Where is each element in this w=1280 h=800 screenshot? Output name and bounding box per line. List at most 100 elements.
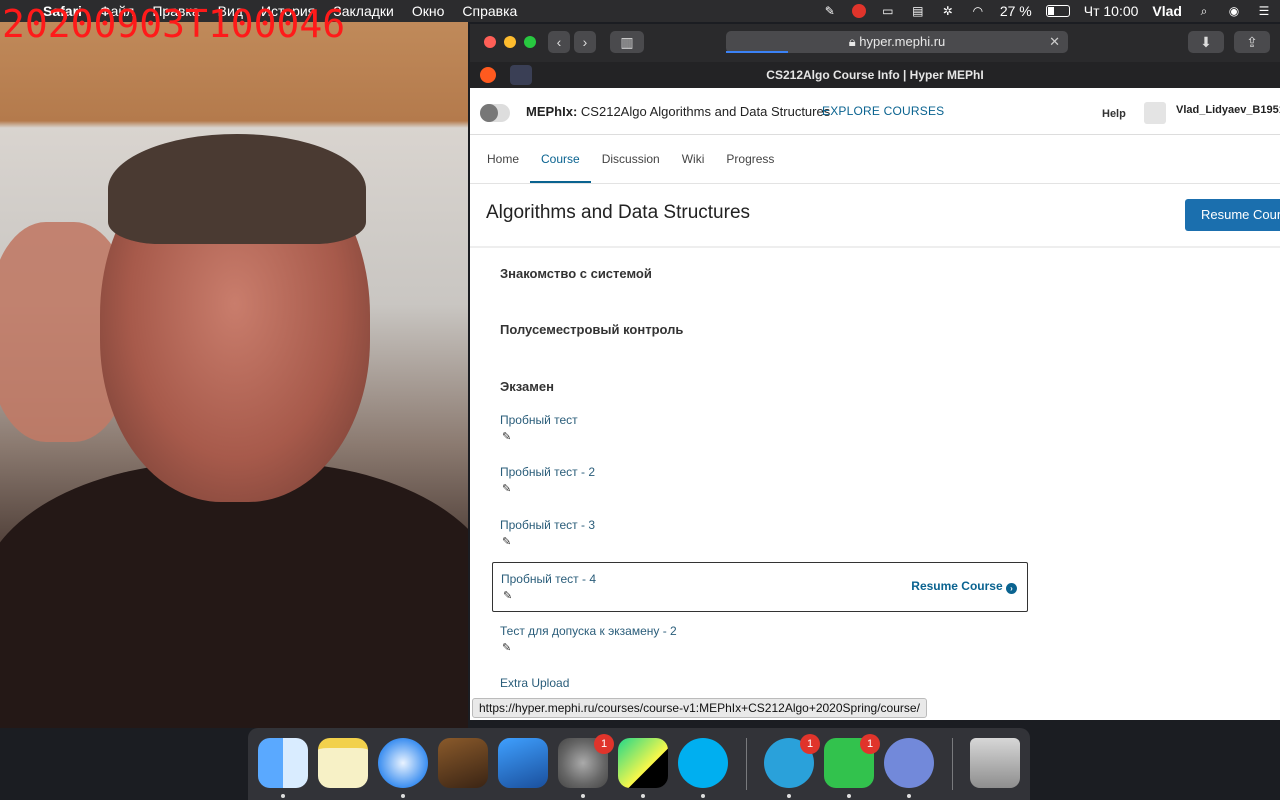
page-load-progress	[726, 51, 788, 53]
edit-icon: ✎	[502, 536, 512, 548]
tab-wiki[interactable]: Wiki	[671, 135, 716, 183]
address-bar[interactable]: 🔒︎ hyper.mephi.ru ✕	[726, 31, 1068, 53]
inline-resume-link[interactable]: Resume Course ›	[911, 579, 1017, 594]
brush-icon[interactable]: ✎	[822, 4, 838, 18]
tab-title[interactable]: CS212Algo Course Info | Hyper MEPhI	[766, 68, 983, 82]
brand-org: MEPhIx:	[526, 104, 578, 119]
address-text: hyper.mephi.ru	[859, 34, 946, 49]
timestamp-overlay: 20200903T100046	[2, 2, 346, 46]
finder-icon[interactable]	[258, 738, 308, 788]
outline-item-current[interactable]: Пробный тест - 4 ✎ Resume Course ›	[492, 562, 1028, 612]
sidebar-button[interactable]: ▥	[610, 31, 644, 53]
running-indicator	[847, 794, 851, 798]
favorite-site-icon[interactable]	[480, 67, 496, 83]
record-icon[interactable]	[851, 4, 866, 18]
back-button[interactable]: ‹	[548, 31, 570, 53]
outline-item[interactable]: Тест для допуска к экзамену - 2 ✎	[492, 624, 1026, 672]
outline-item-label[interactable]: Пробный тест - 2	[500, 465, 595, 479]
siri-icon[interactable]: ◉	[1226, 4, 1242, 18]
telegram-icon[interactable]: 1	[764, 734, 820, 788]
skype-icon[interactable]	[678, 738, 728, 788]
avatar[interactable]	[1144, 102, 1166, 124]
dock-separator	[952, 738, 953, 790]
course-brand[interactable]: MEPhIx: CS212Algo Algorithms and Data St…	[526, 104, 830, 119]
tab-progress[interactable]: Progress	[715, 135, 785, 183]
share-button[interactable]: ⇪	[1234, 31, 1270, 53]
dock-separator	[746, 738, 747, 790]
outline-item-label[interactable]: Тест для допуска к экзамену - 2	[500, 624, 677, 638]
edit-icon: ✎	[502, 642, 512, 654]
running-indicator	[787, 794, 791, 798]
bluetooth-icon[interactable]: ✲	[940, 4, 956, 18]
running-indicator	[701, 794, 705, 798]
favorite-site-icon-2[interactable]	[510, 65, 532, 85]
brand-course-name: CS212Algo Algorithms and Data Structures	[580, 104, 831, 119]
resume-course-button[interactable]: Resume Course	[1185, 199, 1280, 231]
notes-icon[interactable]	[318, 738, 368, 788]
tab-course[interactable]: Course	[530, 135, 591, 183]
flag-us-icon[interactable]: ▤	[910, 4, 926, 18]
close-window-button[interactable]	[484, 36, 496, 48]
site-header: MEPhIx: CS212Algo Algorithms and Data St…	[470, 88, 1280, 135]
outline-item-label[interactable]: Пробный тест	[500, 413, 578, 427]
running-indicator	[641, 794, 645, 798]
xcode-icon[interactable]	[498, 738, 548, 788]
pycharm-icon[interactable]	[618, 738, 668, 788]
section-midterm[interactable]: Полусеместровый контроль	[500, 322, 683, 337]
outline-item-label[interactable]: Пробный тест - 4	[501, 572, 596, 586]
stop-loading-icon[interactable]: ✕	[1049, 31, 1060, 53]
battery-percent: 27 %	[999, 3, 1032, 19]
dock: 1 1 1	[248, 728, 1030, 800]
tab-discussion[interactable]: Discussion	[591, 135, 671, 183]
notification-badge: 1	[594, 734, 614, 754]
outline-item[interactable]: Пробный тест ✎	[492, 413, 1026, 461]
minimize-window-button[interactable]	[504, 36, 516, 48]
webcam-hair	[108, 134, 366, 244]
downloads-button[interactable]: ⬇	[1188, 31, 1224, 53]
section-exam[interactable]: Экзамен	[500, 379, 554, 394]
user-menu[interactable]: Vlad	[1152, 3, 1182, 19]
battery-icon[interactable]	[1045, 5, 1070, 17]
menu-toggle[interactable]	[480, 104, 510, 122]
tab-bar: CS212Algo Course Info | Hyper MEPhI	[470, 62, 1280, 88]
notification-badge: 1	[860, 734, 880, 754]
outline-item-label[interactable]: Extra Upload	[500, 676, 569, 690]
trash-icon[interactable]	[970, 738, 1020, 788]
notification-badge: 1	[800, 734, 820, 754]
lock-icon: 🔒︎	[848, 34, 860, 49]
system-preferences-icon[interactable]: 1	[558, 734, 614, 788]
safari-window: ‹ › ▥ 🔒︎ hyper.mephi.ru ✕ ⬇ ⇪ CS212Algo …	[470, 24, 1280, 720]
edit-icon: ✎	[503, 590, 513, 602]
course-nav: Home Course Discussion Wiki Progress	[470, 135, 1280, 184]
menu-help[interactable]: Справка	[453, 3, 526, 19]
running-indicator	[401, 794, 405, 798]
control-center-icon[interactable]: ☰	[1256, 4, 1272, 18]
help-link[interactable]: Help	[1102, 108, 1126, 120]
safari-icon[interactable]	[378, 738, 428, 788]
garageband-icon[interactable]	[438, 738, 488, 788]
explore-courses-link[interactable]: EXPLORE COURSES	[822, 104, 944, 118]
page-title: Algorithms and Data Structures	[486, 202, 751, 223]
search-icon[interactable]: ⌕	[1196, 4, 1212, 18]
username[interactable]: Vlad_Lidyaev_B1951	[1176, 104, 1280, 116]
arrow-circle-icon: ›	[1006, 583, 1017, 594]
menu-window[interactable]: Окно	[403, 3, 454, 19]
inline-resume-label: Resume Course	[911, 579, 1003, 593]
clock[interactable]: Чт 10:00	[1084, 3, 1139, 19]
browser-toolbar: ‹ › ▥ 🔒︎ hyper.mephi.ru ✕ ⬇ ⇪	[470, 24, 1280, 62]
link-status-bar: https://hyper.mephi.ru/courses/course-v1…	[472, 698, 927, 718]
edit-icon: ✎	[502, 483, 512, 495]
facetime-icon[interactable]: 1	[824, 734, 880, 788]
tab-home[interactable]: Home	[476, 135, 530, 183]
running-indicator	[581, 794, 585, 798]
section-intro[interactable]: Знакомство с системой	[500, 266, 652, 281]
outline-item[interactable]: Пробный тест - 2 ✎	[492, 465, 1026, 513]
discord-icon[interactable]	[884, 738, 934, 788]
outline-item[interactable]: Пробный тест - 3 ✎	[492, 518, 1026, 566]
wifi-icon[interactable]: ◠	[970, 4, 986, 18]
edit-icon: ✎	[502, 431, 512, 443]
zoom-window-button[interactable]	[524, 36, 536, 48]
forward-button[interactable]: ›	[574, 31, 596, 53]
display-icon[interactable]: ▭	[880, 4, 896, 18]
outline-item-label[interactable]: Пробный тест - 3	[500, 518, 595, 532]
